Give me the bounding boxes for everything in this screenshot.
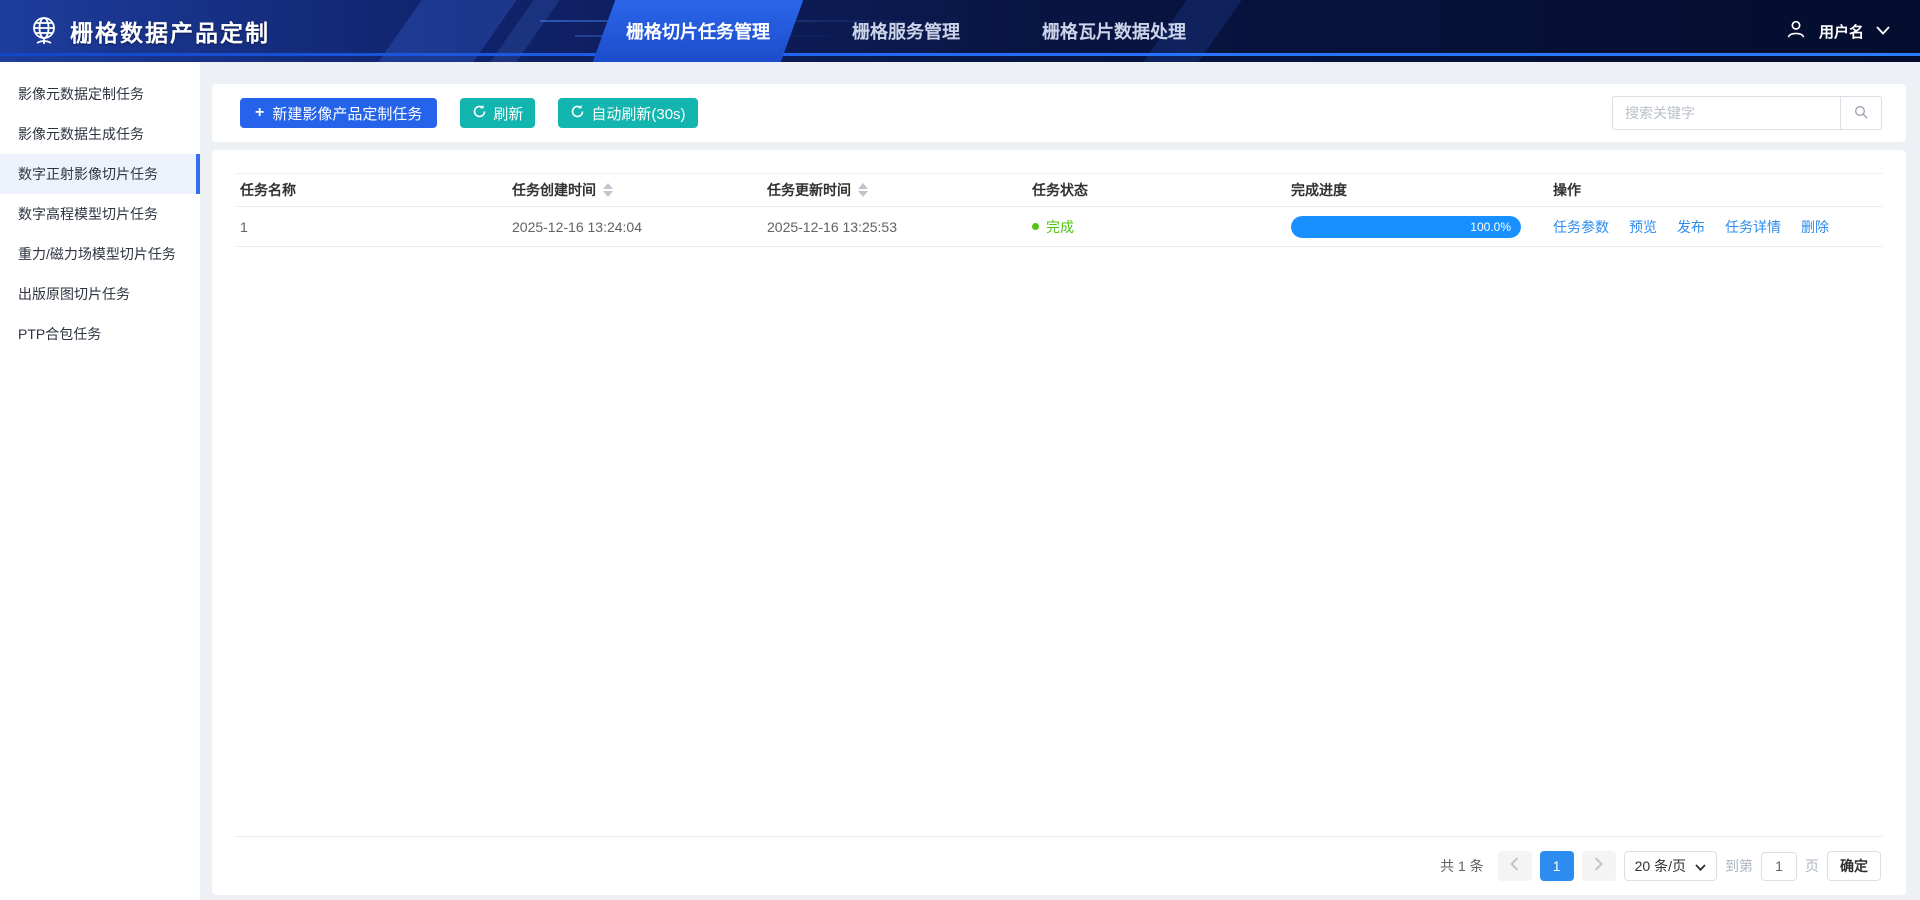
search-icon (1853, 104, 1869, 123)
plus-icon: + (255, 105, 264, 121)
table-footer-divider (235, 836, 1883, 837)
column-header-created-time: 任务创建时间 (507, 180, 762, 200)
status-text: 完成 (1046, 217, 1074, 237)
column-header-progress: 完成进度 (1286, 180, 1548, 200)
task-table-card: 任务名称 任务创建时间 任务更新时间 任务状态 完成进度 操作 (212, 150, 1906, 895)
chevron-down-icon (1876, 22, 1890, 40)
cell-progress: 100.0% (1286, 216, 1548, 238)
tab-raster-tile-data-processing[interactable]: 栅格瓦片数据处理 (1028, 0, 1200, 62)
progress-bar: 100.0% (1291, 216, 1521, 238)
pagination: 共 1 条 1 20 条/页 到第 (1440, 851, 1881, 881)
sidebar: 影像元数据定制任务 影像元数据生成任务 数字正射影像切片任务 数字高程模型切片任… (0, 62, 200, 900)
cell-task-name: 1 (235, 219, 507, 235)
action-task-details-link[interactable]: 任务详情 (1725, 217, 1781, 237)
sort-carets-icon[interactable] (858, 183, 868, 197)
nav-tab-label: 栅格服务管理 (852, 18, 960, 44)
app-header: 栅格数据产品定制 栅格切片任务管理 栅格服务管理 栅格瓦片数据处理 用户名 (0, 0, 1920, 62)
table-header-row: 任务名称 任务创建时间 任务更新时间 任务状态 完成进度 操作 (235, 173, 1883, 207)
goto-page-input[interactable] (1761, 852, 1797, 881)
page-size-value: 20 条/页 (1635, 856, 1686, 876)
progress-label: 100.0% (1470, 220, 1521, 234)
action-delete-link[interactable]: 删除 (1801, 217, 1829, 237)
user-menu[interactable]: 用户名 (1785, 0, 1890, 62)
sidebar-item-image-metadata-custom-task[interactable]: 影像元数据定制任务 (0, 74, 200, 114)
pagination-prev-button[interactable] (1498, 851, 1532, 881)
cell-updated-time: 2025-12-16 13:25:53 (762, 219, 1027, 235)
chevron-left-icon (1510, 857, 1519, 876)
action-task-params-link[interactable]: 任务参数 (1553, 217, 1609, 237)
sidebar-item-published-map-slice-task[interactable]: 出版原图切片任务 (0, 274, 200, 314)
sidebar-item-ptp-package-task[interactable]: PTP合包任务 (0, 314, 200, 354)
cell-created-time: 2025-12-16 13:24:04 (507, 219, 762, 235)
goto-confirm-button[interactable]: 确定 (1827, 851, 1881, 881)
sidebar-item-dom-slice-task[interactable]: 数字正射影像切片任务 (0, 154, 200, 194)
page-size-select[interactable]: 20 条/页 (1624, 851, 1717, 881)
nav-tab-label: 栅格瓦片数据处理 (1042, 18, 1186, 44)
refresh-button-label: 刷新 (493, 103, 523, 124)
goto-page-prefix: 到第 (1725, 856, 1753, 876)
action-preview-link[interactable]: 预览 (1629, 217, 1657, 237)
column-header-label: 任务名称 (240, 180, 296, 200)
main-nav: 栅格切片任务管理 栅格服务管理 栅格瓦片数据处理 (612, 0, 1200, 62)
toolbar-card: + 新建影像产品定制任务 刷新 自动刷新(30s) (212, 84, 1906, 142)
user-name: 用户名 (1819, 21, 1864, 42)
table-row: 1 2025-12-16 13:24:04 2025-12-16 13:25:5… (235, 207, 1883, 247)
toolbar: + 新建影像产品定制任务 刷新 自动刷新(30s) (240, 98, 698, 128)
app-title: 栅格数据产品定制 (70, 14, 270, 48)
progress-fill: 100.0% (1291, 216, 1521, 238)
caret-down-icon (1695, 858, 1706, 874)
search-button[interactable] (1840, 96, 1882, 130)
auto-refresh-button-label: 自动刷新(30s) (591, 103, 685, 124)
search-input[interactable] (1612, 96, 1840, 130)
chevron-right-icon (1594, 857, 1603, 876)
cell-task-status: 完成 (1027, 217, 1286, 237)
action-publish-link[interactable]: 发布 (1677, 217, 1705, 237)
task-table: 任务名称 任务创建时间 任务更新时间 任务状态 完成进度 操作 (235, 173, 1883, 247)
sidebar-item-image-metadata-generate-task[interactable]: 影像元数据生成任务 (0, 114, 200, 154)
pagination-next-button[interactable] (1582, 851, 1616, 881)
new-task-button-label: 新建影像产品定制任务 (272, 103, 422, 124)
status-dot-icon (1032, 223, 1039, 230)
cell-actions: 任务参数 预览 发布 任务详情 删除 (1548, 217, 1883, 237)
refresh-button[interactable]: 刷新 (460, 98, 535, 128)
tab-raster-slice-task-management[interactable]: 栅格切片任务管理 (612, 0, 784, 62)
nav-tab-label: 栅格切片任务管理 (626, 18, 770, 44)
search-group (1612, 96, 1882, 130)
pagination-page-1[interactable]: 1 (1540, 851, 1574, 881)
globe-logo-icon (28, 15, 60, 47)
refresh-icon (472, 104, 487, 123)
pagination-total: 共 1 条 (1440, 856, 1484, 876)
column-header-label: 完成进度 (1291, 180, 1347, 200)
app-logo: 栅格数据产品定制 (28, 0, 270, 62)
refresh-icon (570, 104, 585, 123)
column-header-label: 任务状态 (1032, 180, 1088, 200)
column-header-label: 操作 (1553, 180, 1581, 200)
tab-raster-service-management[interactable]: 栅格服务管理 (838, 0, 974, 62)
goto-page-suffix: 页 (1805, 856, 1819, 876)
user-icon (1785, 18, 1807, 45)
column-header-label: 任务更新时间 (767, 180, 851, 200)
sidebar-item-dem-slice-task[interactable]: 数字高程模型切片任务 (0, 194, 200, 234)
sort-carets-icon[interactable] (603, 183, 613, 197)
auto-refresh-button[interactable]: 自动刷新(30s) (558, 98, 697, 128)
column-header-label: 任务创建时间 (512, 180, 596, 200)
new-task-button[interactable]: + 新建影像产品定制任务 (240, 98, 437, 128)
column-header-updated-time: 任务更新时间 (762, 180, 1027, 200)
column-header-task-name: 任务名称 (235, 180, 507, 200)
sidebar-item-gravity-magnetic-slice-task[interactable]: 重力/磁力场模型切片任务 (0, 234, 200, 274)
column-header-task-status: 任务状态 (1027, 180, 1286, 200)
column-header-actions: 操作 (1548, 180, 1883, 200)
